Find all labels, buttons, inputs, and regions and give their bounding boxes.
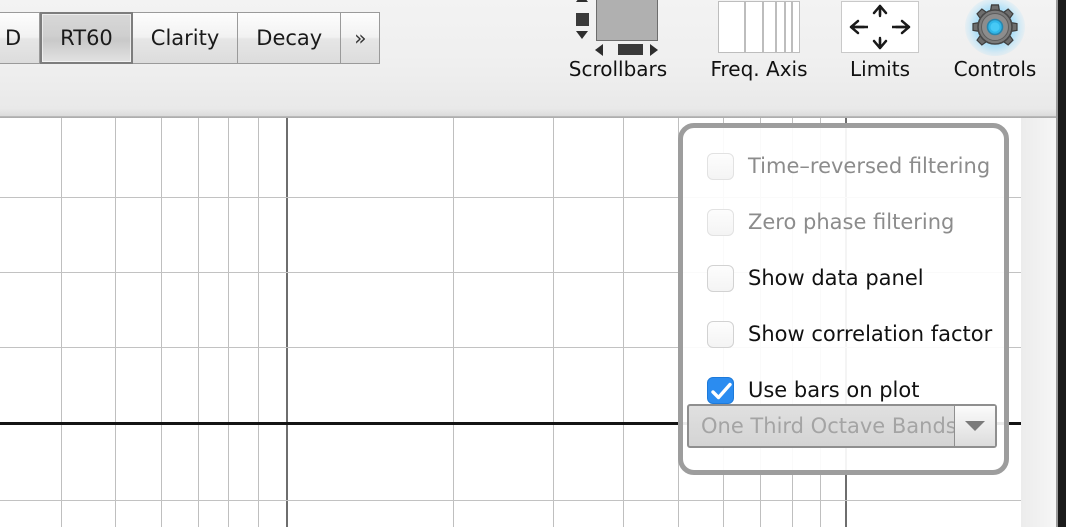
toolbar-item-controls[interactable]: Controls xyxy=(920,0,1066,80)
option-show-correlation-factor[interactable]: Show correlation factor xyxy=(683,306,1004,362)
window-right-edge xyxy=(1056,0,1066,527)
option-time-reversed-filtering[interactable]: Time–reversed filtering xyxy=(683,138,1004,194)
tab-clarity[interactable]: Clarity xyxy=(132,12,239,64)
freq-axis-bar xyxy=(784,1,786,53)
freq-axis-bar xyxy=(744,1,746,53)
checkbox-time-reversed-filtering[interactable] xyxy=(707,152,734,180)
toolbar-label-scrollbars: Scrollbars xyxy=(568,57,668,81)
scrollbars-pane xyxy=(596,0,658,41)
gridline-vertical xyxy=(161,118,162,527)
band-select-button[interactable] xyxy=(954,406,995,446)
tab-clipped[interactable]: D xyxy=(0,12,41,64)
controls-popup: Time–reversed filtering Zero phase filte… xyxy=(678,123,1009,475)
option-label: Show data panel xyxy=(748,266,924,290)
tab-label: RT60 xyxy=(60,26,113,50)
window-right-edge-highlight xyxy=(1056,0,1058,527)
tab-decay[interactable]: Decay xyxy=(238,12,342,64)
gridline-horizontal xyxy=(0,500,1021,501)
scroll-up-arrow-icon xyxy=(576,0,588,2)
tab-label: Decay xyxy=(256,26,323,50)
freq-axis-frame xyxy=(718,1,800,53)
tab-label: Clarity xyxy=(150,26,220,50)
scrollbars-glyph-wrap xyxy=(543,0,693,58)
checkmark-icon xyxy=(711,382,732,399)
tab-label: D xyxy=(5,26,22,50)
application-window: D RT60 Clarity Decay » Scrollbars Freq. … xyxy=(0,0,1066,527)
gridline-vertical xyxy=(198,118,199,527)
gridline-vertical xyxy=(228,118,229,527)
option-label: Use bars on plot xyxy=(748,378,920,402)
checkbox-zero-phase-filtering[interactable] xyxy=(707,208,734,236)
scroll-left-arrow-icon xyxy=(595,44,603,56)
scrollbars-v-thumb xyxy=(576,13,589,26)
checkbox-use-bars-on-plot[interactable] xyxy=(707,376,734,404)
freq-axis-icon xyxy=(718,1,800,53)
freq-axis-bar xyxy=(762,1,764,53)
option-zero-phase-filtering[interactable]: Zero phase filtering xyxy=(683,194,1004,250)
limits-icon xyxy=(841,1,919,53)
gridline-vertical xyxy=(553,118,554,527)
gridline-vertical xyxy=(115,118,116,527)
gridline-vertical xyxy=(61,118,62,527)
gridline-vertical-major xyxy=(286,118,288,527)
controls-glyph-wrap xyxy=(920,0,1066,58)
gridline-vertical xyxy=(623,118,624,527)
tab-overflow-button[interactable]: » xyxy=(341,12,381,64)
toolbar: D RT60 Clarity Decay » Scrollbars Freq. … xyxy=(0,0,1066,118)
gridline-vertical xyxy=(258,118,259,527)
option-label: Zero phase filtering xyxy=(748,210,955,234)
tab-rt60[interactable]: RT60 xyxy=(40,12,133,64)
toolbar-label-controls: Controls xyxy=(953,57,1037,81)
toolbar-item-scrollbars[interactable]: Scrollbars xyxy=(543,0,693,80)
gear-icon xyxy=(964,0,1026,57)
freq-axis-bar xyxy=(775,1,777,53)
four-way-arrows-icon xyxy=(849,4,911,50)
checkbox-show-data-panel[interactable] xyxy=(707,264,734,292)
chevron-down-icon xyxy=(965,421,985,431)
scrollbars-icon xyxy=(572,0,664,57)
scroll-right-arrow-icon xyxy=(650,44,658,56)
gridline-vertical xyxy=(453,118,454,527)
band-select-value: One Third Octave Bands xyxy=(701,414,954,438)
plot-right-gutter xyxy=(1021,118,1056,527)
option-label: Show correlation factor xyxy=(748,322,993,346)
band-select-dropdown[interactable]: One Third Octave Bands xyxy=(687,404,997,448)
freq-axis-bar xyxy=(791,1,793,53)
checkbox-show-correlation-factor[interactable] xyxy=(707,320,734,348)
gear-shape xyxy=(972,4,1018,46)
option-label: Time–reversed filtering xyxy=(748,154,991,178)
scroll-down-arrow-icon xyxy=(576,31,588,39)
scrollbars-h-thumb xyxy=(618,44,643,55)
option-show-data-panel[interactable]: Show data panel xyxy=(683,250,1004,306)
chevron-double-right-icon: » xyxy=(354,26,367,50)
tab-strip: D RT60 Clarity Decay » xyxy=(0,12,381,64)
